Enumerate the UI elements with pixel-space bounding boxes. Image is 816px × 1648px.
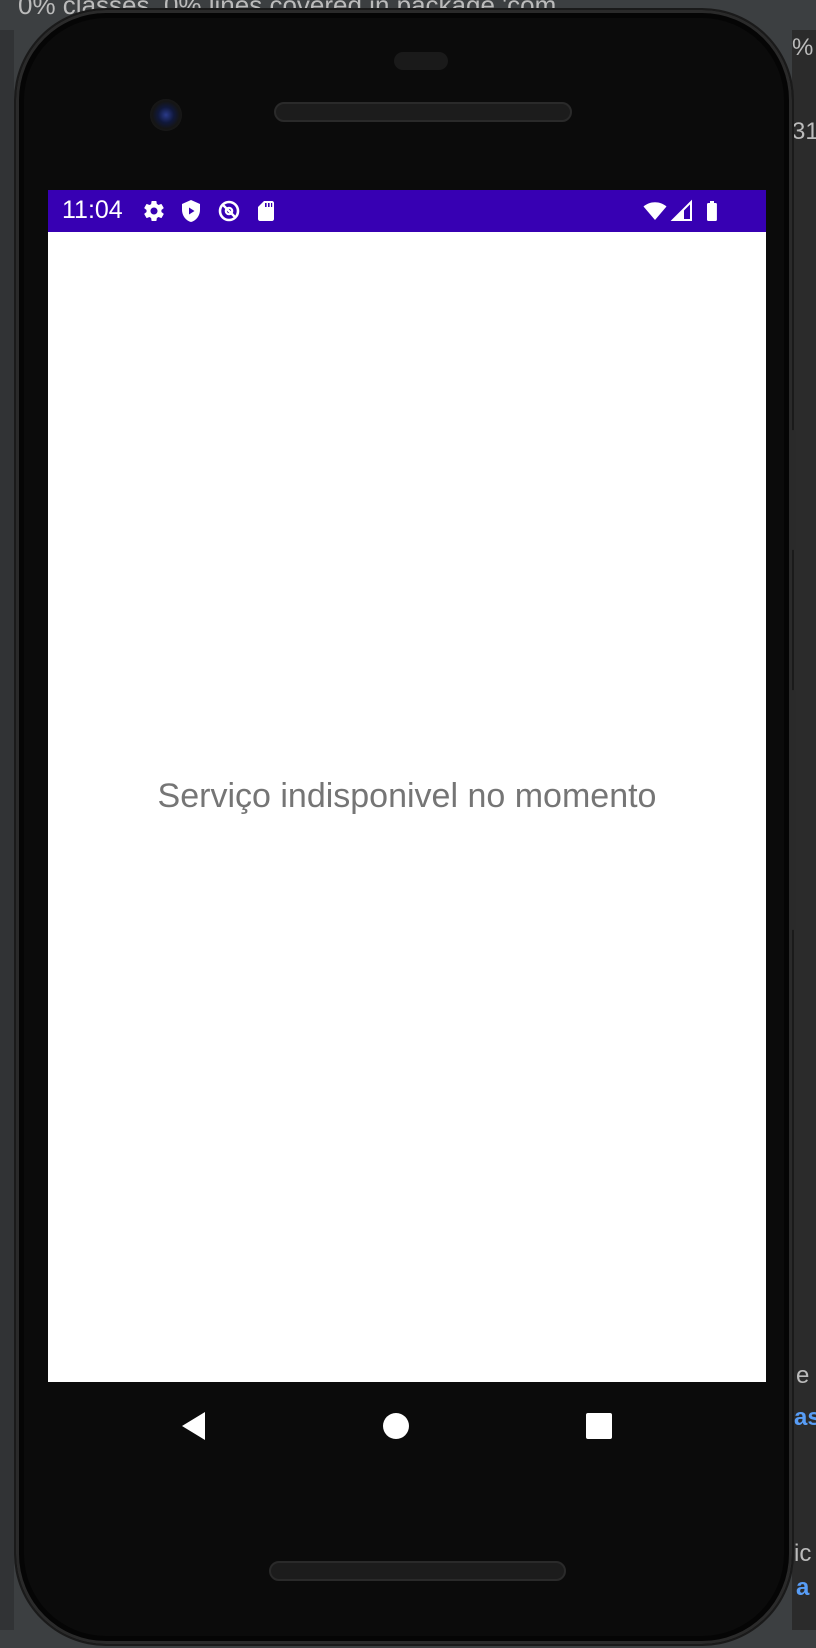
volume-button[interactable] xyxy=(790,430,796,550)
home-icon[interactable] xyxy=(374,1404,418,1448)
navigation-bar xyxy=(48,1382,766,1468)
earpiece xyxy=(394,52,448,70)
ide-right-link[interactable]: a xyxy=(796,1574,809,1602)
back-icon[interactable] xyxy=(172,1404,216,1448)
play-protect-icon xyxy=(182,200,200,222)
settings-icon xyxy=(144,201,164,222)
ide-right-link[interactable]: as xyxy=(794,1404,816,1432)
battery-icon xyxy=(707,201,717,221)
recents-icon[interactable] xyxy=(577,1404,621,1448)
status-bar: 11:04 xyxy=(48,190,766,232)
ide-right-text: ic xyxy=(794,1540,812,1567)
unavailable-message: Serviço indisponivel no momento xyxy=(157,777,657,815)
ide-right-text: 31 xyxy=(792,118,816,145)
device-screen: 11:04 Serviço indisponivel no momento xyxy=(48,190,766,1382)
ide-right-text: % xyxy=(792,34,814,61)
app-content: Serviço indisponivel no momento xyxy=(48,232,766,1382)
sd-card-icon xyxy=(258,201,274,221)
ide-left-gutter xyxy=(0,30,14,1630)
bottom-speaker-grille xyxy=(269,1561,566,1581)
status-time: 11:04 xyxy=(62,196,123,224)
data-saver-icon xyxy=(218,200,240,222)
front-camera xyxy=(150,99,182,131)
top-speaker-grille xyxy=(274,102,572,122)
ide-right-text: e xyxy=(796,1362,810,1389)
power-button[interactable] xyxy=(790,690,796,930)
wifi-icon xyxy=(643,202,667,220)
signal-icon xyxy=(670,199,692,221)
